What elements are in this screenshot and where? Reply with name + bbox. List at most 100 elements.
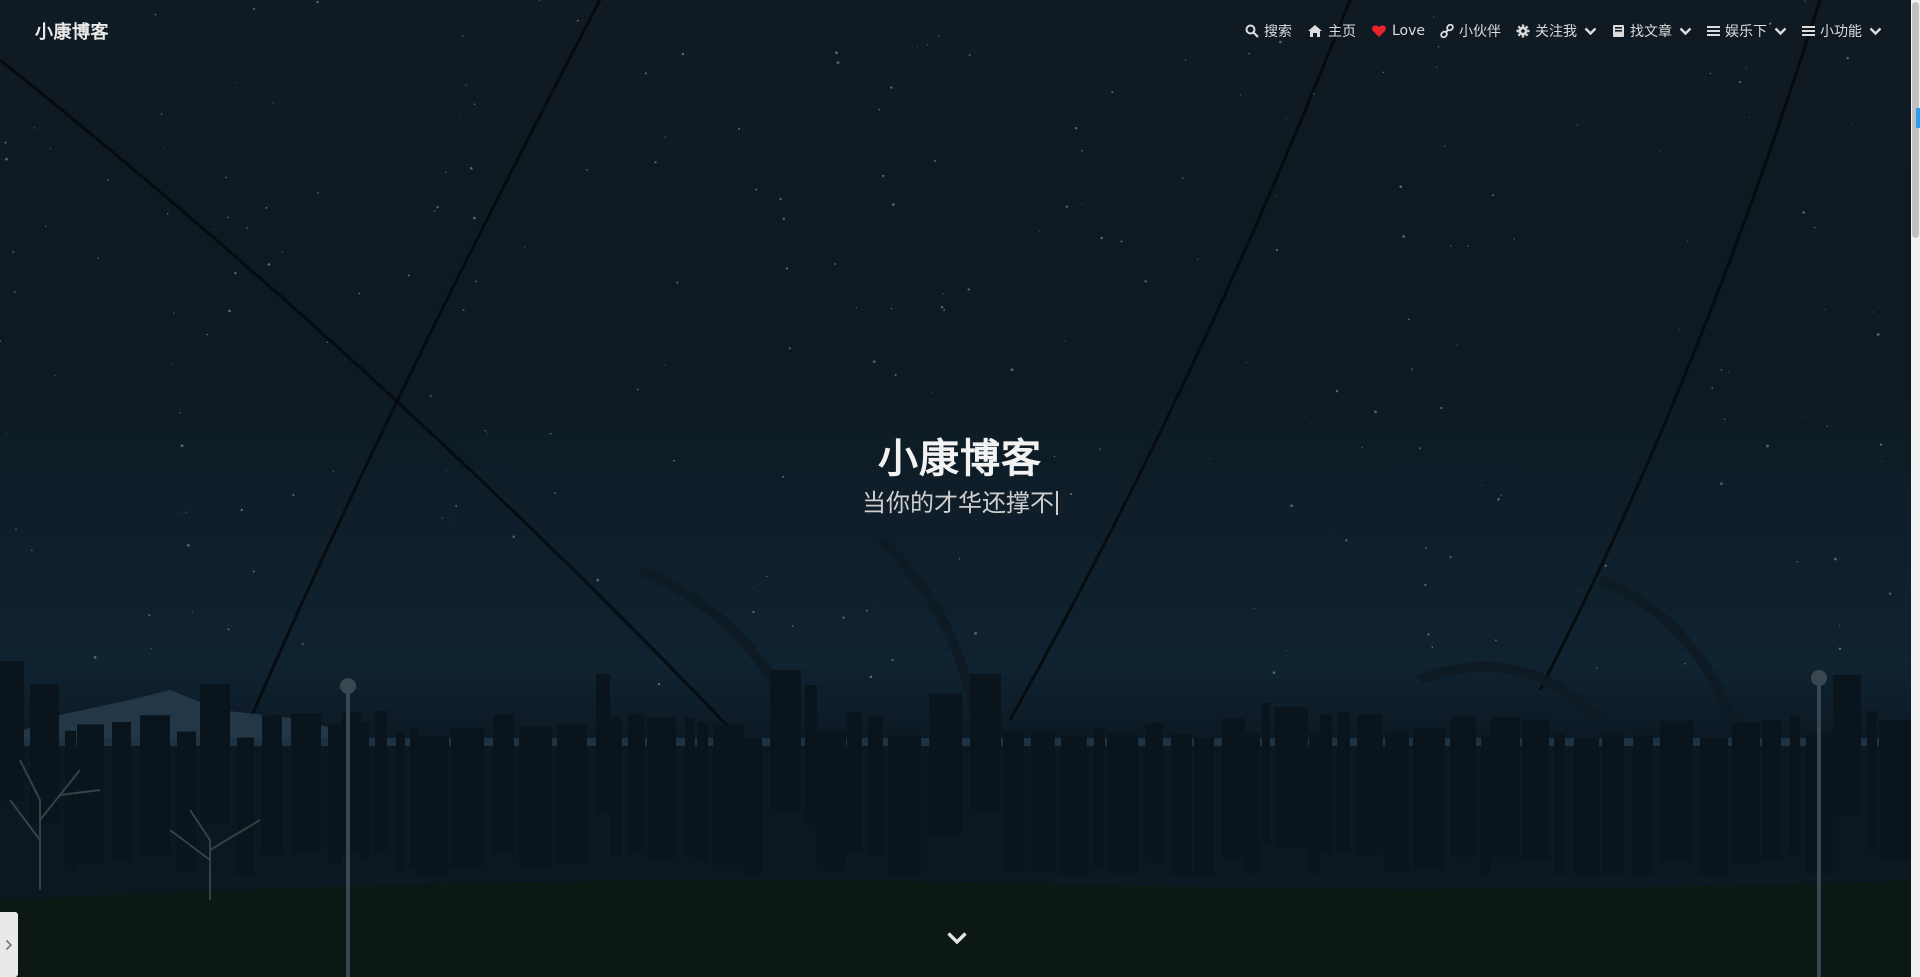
nav-item-love[interactable]: Love xyxy=(1371,16,1425,46)
star xyxy=(834,263,836,265)
star xyxy=(890,307,893,310)
star xyxy=(107,178,109,181)
sidebar-toggle-button[interactable] xyxy=(0,912,18,977)
star xyxy=(1010,368,1014,372)
page-scrollbar[interactable] xyxy=(1911,0,1920,977)
scroll-indicator xyxy=(1916,108,1920,128)
nav-item-follow[interactable]: 关注我 xyxy=(1516,16,1597,46)
star xyxy=(462,309,465,312)
star xyxy=(1660,151,1662,153)
star xyxy=(1402,235,1406,238)
star xyxy=(1802,211,1805,214)
star xyxy=(943,309,946,312)
building xyxy=(1094,727,1105,868)
hero-subtitle: 当你的才华还撑不 xyxy=(0,483,1920,518)
nav-item-tools[interactable]: 小功能 xyxy=(1802,16,1882,46)
star xyxy=(1275,248,1278,252)
building xyxy=(1171,734,1192,875)
star xyxy=(1450,245,1452,247)
menu-icon xyxy=(1707,26,1720,36)
building xyxy=(1031,731,1055,872)
star xyxy=(596,578,600,582)
star xyxy=(1276,196,1278,198)
star xyxy=(160,113,163,116)
building xyxy=(493,714,514,855)
star xyxy=(1687,240,1689,242)
star xyxy=(179,412,181,414)
star xyxy=(317,192,319,194)
star xyxy=(878,108,881,111)
star xyxy=(191,611,193,613)
star xyxy=(1728,371,1730,373)
star xyxy=(942,293,944,295)
star xyxy=(234,271,237,275)
star xyxy=(1064,340,1066,342)
star xyxy=(1239,94,1241,96)
star xyxy=(1376,223,1378,225)
star xyxy=(265,206,268,209)
building xyxy=(1762,720,1781,861)
star xyxy=(163,146,165,148)
star xyxy=(1748,116,1750,118)
nav-item-articles[interactable]: 找文章 xyxy=(1612,16,1692,46)
building xyxy=(610,716,622,857)
building xyxy=(647,717,676,858)
star xyxy=(1513,238,1516,240)
building xyxy=(112,722,131,862)
star xyxy=(1876,333,1880,336)
building xyxy=(713,725,744,866)
chevron-down-icon xyxy=(1679,27,1692,35)
star xyxy=(1495,693,1497,695)
nav-item-entertainment[interactable]: 娱乐下 xyxy=(1707,16,1787,46)
building xyxy=(418,736,449,877)
scroll-down-button[interactable] xyxy=(942,925,972,951)
star xyxy=(940,305,944,309)
building xyxy=(1003,730,1024,871)
nav-item-home[interactable]: 主页 xyxy=(1307,16,1356,46)
building xyxy=(929,694,962,834)
star xyxy=(1340,684,1342,686)
star xyxy=(436,206,439,209)
search-icon xyxy=(1245,24,1259,38)
building xyxy=(0,661,24,801)
star xyxy=(1285,650,1287,652)
star xyxy=(644,72,647,75)
star xyxy=(1425,546,1428,549)
star xyxy=(1166,377,1168,379)
star xyxy=(1709,72,1712,75)
building xyxy=(697,722,708,862)
building xyxy=(970,674,1001,814)
nav-item-search[interactable]: 搜索 xyxy=(1245,16,1292,46)
building xyxy=(1194,738,1214,878)
nav-item-label: 关注我 xyxy=(1535,24,1577,40)
star xyxy=(766,575,768,578)
star xyxy=(45,225,47,228)
building xyxy=(596,674,610,814)
star xyxy=(1711,387,1714,389)
typing-cursor xyxy=(1056,491,1058,515)
star xyxy=(1495,639,1497,642)
building xyxy=(744,738,762,878)
nav-item-label: 主页 xyxy=(1327,24,1356,40)
menu-icon xyxy=(1802,26,1815,36)
site-brand[interactable]: 小康博客 xyxy=(35,18,109,44)
star xyxy=(1838,624,1841,626)
building xyxy=(1574,738,1599,878)
star xyxy=(974,632,977,635)
building xyxy=(65,730,76,871)
building xyxy=(557,724,587,864)
nav-item-friends[interactable]: 小伙伴 xyxy=(1440,16,1501,46)
star xyxy=(1408,318,1410,321)
building xyxy=(1867,711,1877,851)
star xyxy=(958,558,961,560)
building xyxy=(1481,735,1490,876)
building xyxy=(1357,714,1383,855)
building xyxy=(77,724,104,865)
star xyxy=(1720,368,1723,371)
star xyxy=(1331,535,1332,537)
star xyxy=(15,528,17,531)
star xyxy=(752,588,754,590)
star xyxy=(1246,361,1248,363)
star xyxy=(1851,123,1853,125)
star xyxy=(1436,66,1438,68)
